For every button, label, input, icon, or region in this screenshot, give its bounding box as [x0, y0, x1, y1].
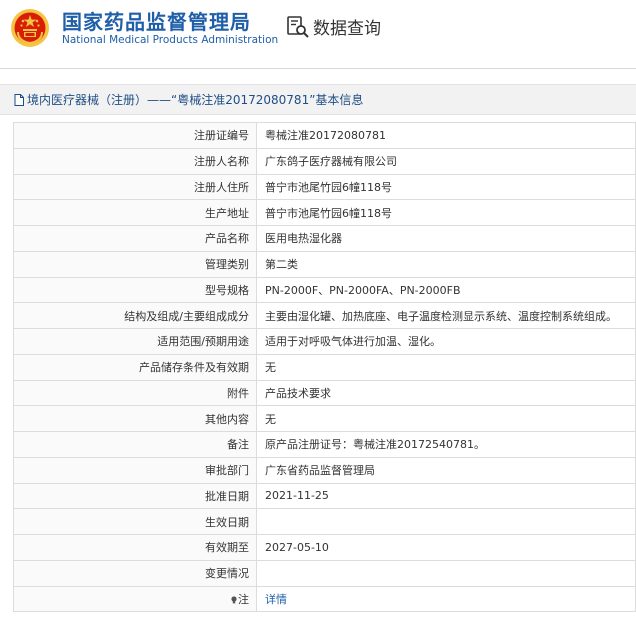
row-value	[256, 559, 636, 587]
table-row: 产品储存条件及有效期 无	[13, 353, 636, 381]
table-row: 附件 产品技术要求	[13, 379, 636, 407]
table-row: 注册人名称 广东鸽子医疗器械有限公司	[13, 147, 636, 175]
table-row: 生产地址 普宁市池尾竹园6幢118号	[13, 199, 636, 226]
table-row: 批准日期 2021-11-25	[13, 482, 636, 510]
registration-detail-table: 注册证编号 粤械注准20172080781 注册人名称 广东鸽子医疗器械有限公司…	[13, 122, 636, 613]
row-label: 审批部门	[13, 456, 257, 484]
row-value: 普宁市池尾竹园6幢118号	[256, 173, 636, 201]
table-row: 产品名称 医用电热湿化器	[13, 225, 636, 252]
row-label: 产品储存条件及有效期	[13, 353, 257, 381]
row-value: 产品技术要求	[256, 379, 636, 407]
row-value: 无	[256, 405, 636, 432]
row-label: 注册人名称	[13, 147, 257, 175]
row-value: PN-2000F、PN-2000FA、PN-2000FB	[256, 276, 636, 304]
row-label: 适用范围/预期用途	[13, 328, 257, 355]
note-value-cell: 详情	[256, 585, 636, 613]
row-label: 变更情况	[13, 559, 257, 587]
lightbulb-icon	[231, 596, 237, 604]
table-row: 备注 原产品注册证号：粤械注准20172540781。	[13, 431, 636, 458]
search-document-icon	[287, 15, 309, 38]
table-row: 结构及组成/主要组成成分 主要由湿化罐、加热底座、电子温度检测显示系统、温度控制…	[13, 302, 636, 329]
row-value: 主要由湿化罐、加热底座、电子温度检测显示系统、温度控制系统组成。	[256, 302, 636, 329]
table-row: 审批部门 广东省药品监督管理局	[13, 456, 636, 484]
row-label: 批准日期	[13, 482, 257, 510]
row-label: 注册人住所	[13, 173, 257, 201]
table-row-note: 注 详情	[13, 585, 636, 613]
breadcrumb: 境内医疗器械（注册）——“粤械注准20172080781”基本信息	[0, 84, 636, 115]
row-value: 无	[256, 353, 636, 381]
row-label: 生产地址	[13, 199, 257, 226]
row-label: 管理类别	[13, 250, 257, 278]
table-row: 其他内容 无	[13, 405, 636, 432]
row-label: 备注	[13, 431, 257, 458]
table-row: 型号规格 PN-2000F、PN-2000FA、PN-2000FB	[13, 276, 636, 304]
row-value: 医用电热湿化器	[256, 225, 636, 252]
row-value: 原产品注册证号：粤械注准20172540781。	[256, 431, 636, 458]
row-value: 第二类	[256, 250, 636, 278]
table-row: 适用范围/预期用途 适用于对呼吸气体进行加温、湿化。	[13, 328, 636, 355]
row-label: 型号规格	[13, 276, 257, 304]
table-row: 注册证编号 粤械注准20172080781	[13, 122, 636, 149]
data-query-label: 数据查询	[313, 19, 381, 39]
row-value: 2021-11-25	[256, 482, 636, 510]
header-divider	[0, 68, 636, 69]
table-row: 注册人住所 普宁市池尾竹园6幢118号	[13, 173, 636, 201]
site-title-english: National Medical Products Administration	[62, 34, 279, 46]
row-value: 普宁市池尾竹园6幢118号	[256, 199, 636, 226]
site-header: 国家药品监督管理局 National Medical Products Admi…	[0, 0, 636, 70]
note-label-cell: 注	[13, 585, 257, 613]
site-title: 国家药品监督管理局	[62, 10, 251, 34]
details-link[interactable]: 详情	[265, 593, 287, 606]
national-emblem-icon	[11, 9, 49, 47]
table-row: 管理类别 第二类	[13, 250, 636, 278]
row-value: 2027-05-10	[256, 534, 636, 561]
note-label: 注	[238, 592, 249, 606]
row-value: 广东省药品监督管理局	[256, 456, 636, 484]
row-label: 产品名称	[13, 225, 257, 252]
row-value: 广东鸽子医疗器械有限公司	[256, 147, 636, 175]
row-value	[256, 508, 636, 535]
row-label: 注册证编号	[13, 122, 257, 149]
table-row: 有效期至 2027-05-10	[13, 534, 636, 561]
table-row: 变更情况	[13, 559, 636, 587]
table-row: 生效日期	[13, 508, 636, 535]
data-query-link[interactable]: 数据查询	[286, 14, 381, 39]
row-value: 适用于对呼吸气体进行加温、湿化。	[256, 328, 636, 355]
row-label: 生效日期	[13, 508, 257, 535]
breadcrumb-text: 境内医疗器械（注册）——“粤械注准20172080781”基本信息	[27, 93, 364, 107]
row-value: 粤械注准20172080781	[256, 122, 636, 149]
row-label: 附件	[13, 379, 257, 407]
row-label: 其他内容	[13, 405, 257, 432]
document-icon	[14, 93, 24, 106]
row-label: 有效期至	[13, 534, 257, 561]
row-label: 结构及组成/主要组成成分	[13, 302, 257, 329]
